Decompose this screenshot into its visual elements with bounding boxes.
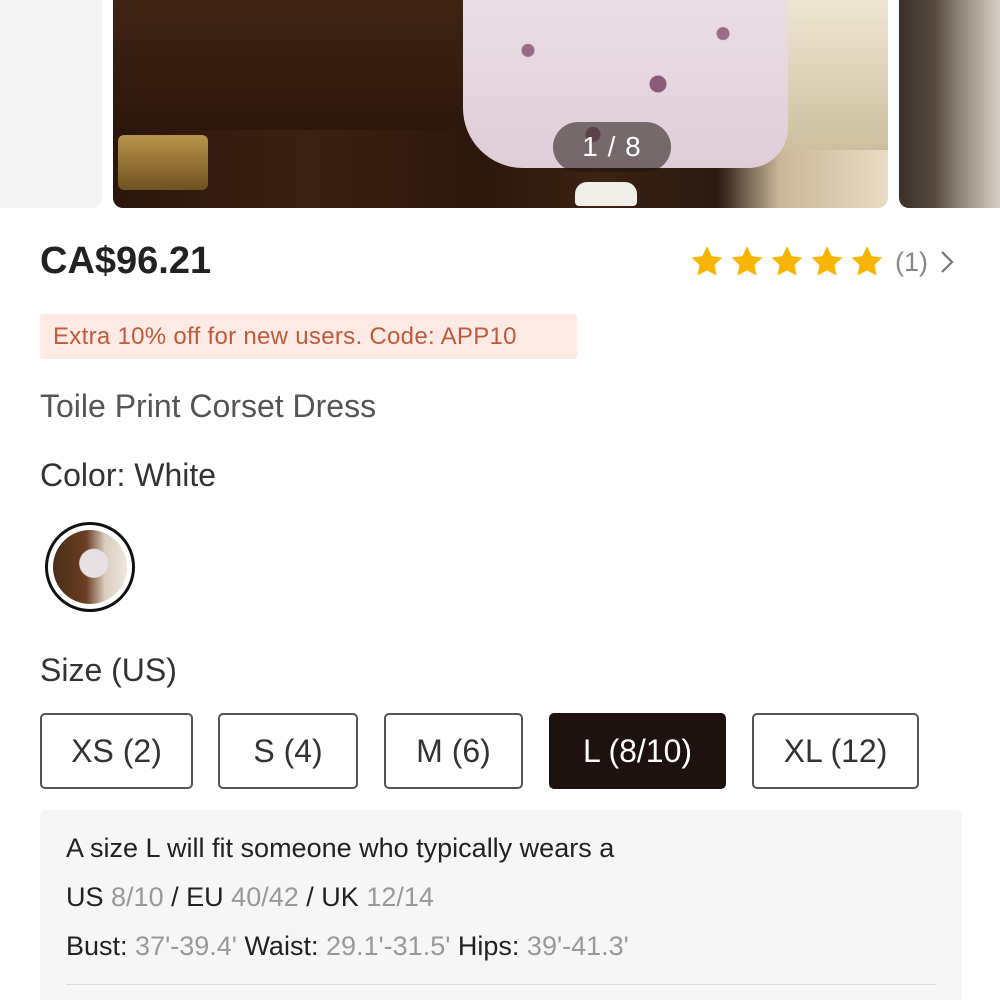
window-background (785, 0, 888, 150)
star-icon (731, 246, 763, 276)
size-option-l[interactable]: L (8/10) (549, 713, 726, 789)
fit-bust-value: 37'-39.4' (135, 931, 237, 961)
fit-intro: A size L will fit someone who typically … (66, 833, 615, 863)
size-option-m[interactable]: M (6) (384, 713, 523, 789)
slide-counter: 1 / 8 (553, 122, 671, 172)
star-icon (811, 246, 843, 276)
fit-waist-label: Waist: (244, 931, 319, 961)
size-option-xs[interactable]: XS (2) (40, 713, 193, 789)
divider (66, 984, 936, 985)
fit-separator: / (171, 882, 179, 912)
next-slide-image[interactable] (899, 0, 1000, 208)
size-label: Size (US) (40, 652, 177, 688)
fit-eu-label: EU (186, 882, 224, 912)
size-fit-info: A size L will fit someone who typically … (40, 810, 962, 1000)
color-swatch-thumbnail (53, 530, 127, 604)
fit-hips-value: 39'-41.3' (526, 931, 629, 961)
fit-uk-value: 12/14 (366, 882, 434, 912)
size-options: XS (2) S (4) M (6) L (8/10) XL (12) (0, 713, 1000, 789)
fit-us-value: 8/10 (111, 882, 164, 912)
color-label: Color: White (40, 457, 217, 493)
product-image-carousel[interactable]: 1 / 8 (0, 0, 1000, 208)
previous-slide-image[interactable] (0, 0, 102, 208)
size-option-s[interactable]: S (4) (218, 713, 358, 789)
rating-summary[interactable]: (1) (689, 240, 954, 284)
product-main-image[interactable]: 1 / 8 (113, 0, 888, 208)
size-option-xl[interactable]: XL (12) (752, 713, 919, 789)
chevron-right-icon (941, 251, 954, 273)
fit-bust-label: Bust: (66, 931, 128, 961)
fit-hips-label: Hips: (457, 931, 520, 961)
star-icon (851, 246, 883, 276)
piano-pedal (118, 135, 208, 190)
fit-uk-label: UK (321, 882, 359, 912)
fit-us-label: US (66, 882, 104, 912)
fit-separator: / (306, 882, 314, 912)
fit-conversions: US 8/10 / EU 40/42 / UK 12/14 (66, 873, 936, 922)
piano-background (113, 0, 473, 130)
product-title: Toile Print Corset Dress (40, 388, 377, 424)
star-icon (691, 246, 723, 276)
shoe-image (575, 182, 637, 206)
product-price: CA$96.21 (40, 240, 212, 282)
promo-banner: Extra 10% off for new users. Code: APP10 (40, 314, 577, 359)
fit-waist-value: 29.1'-31.5' (325, 931, 451, 961)
star-icon (771, 246, 803, 276)
review-count: (1) (895, 246, 928, 277)
fit-eu-value: 40/42 (231, 882, 299, 912)
color-swatch-white[interactable] (45, 522, 135, 612)
fit-measurements: Bust: 37'-39.4' Waist: 29.1'-31.5' Hips:… (66, 922, 936, 971)
